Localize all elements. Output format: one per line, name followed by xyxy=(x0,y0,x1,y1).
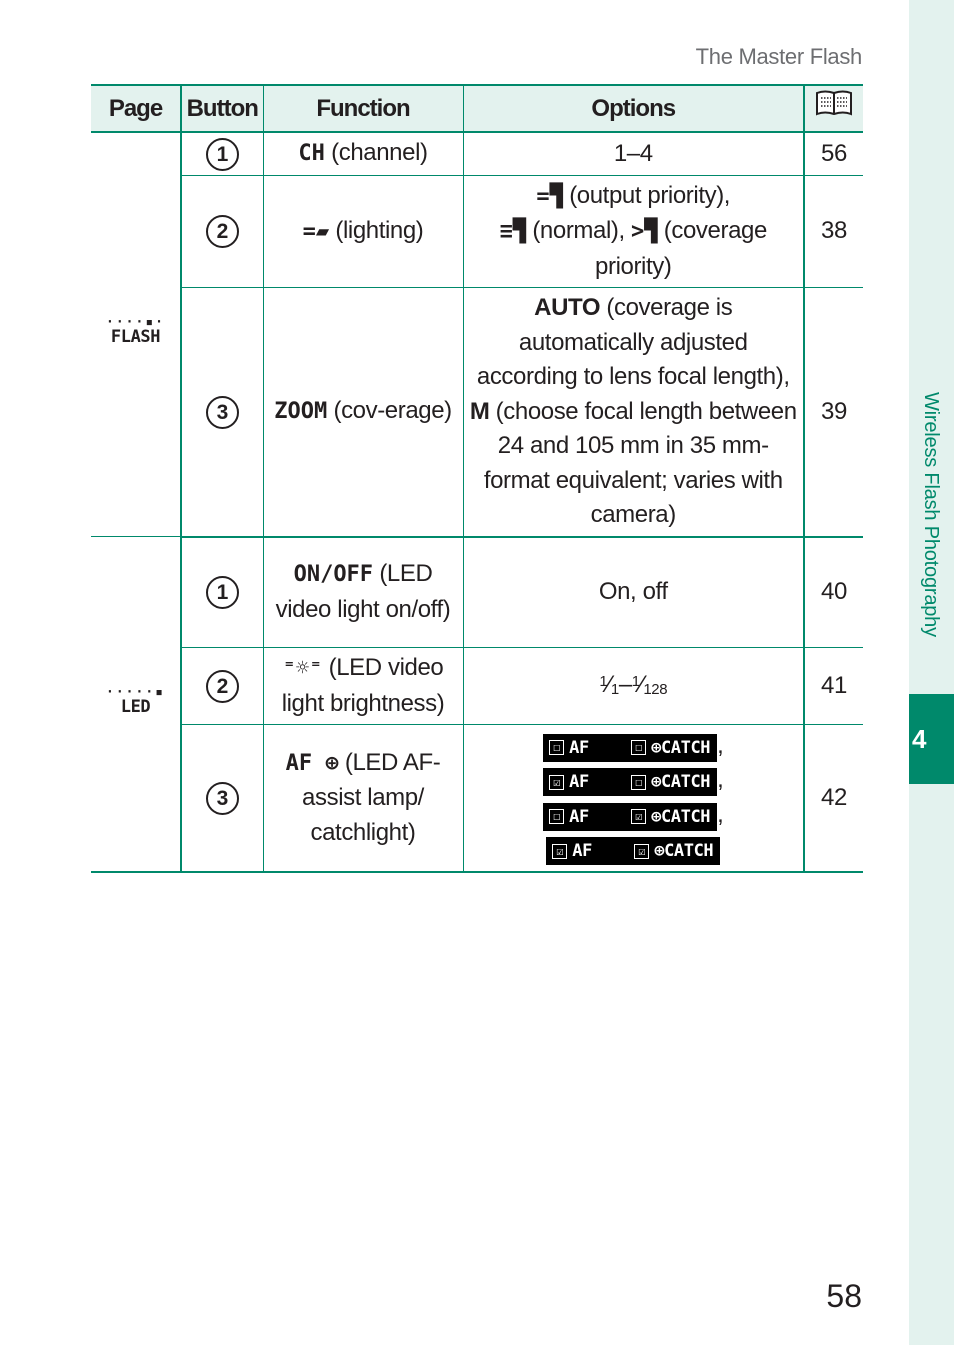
af-checkbox-icon: ☑ xyxy=(552,843,568,859)
catch-checkbox-icon: ☑ xyxy=(631,809,647,825)
header-function: Function xyxy=(262,84,464,133)
table-row: 3 AF ⊕ (LED AF-assist lamp/ catchlight) … xyxy=(91,724,863,873)
table-row: 2 ⁼☼⁼ (LED video light brightness) 1⁄1–1… xyxy=(91,647,863,725)
table-row: ····▪· FLASH 1 CH (channel) 1–4 56 xyxy=(91,131,863,537)
page-cell-flash: ····▪· FLASH xyxy=(91,131,182,537)
flash-page-icon: ····▪· FLASH xyxy=(106,315,165,348)
on-off-icon: ON/OFF xyxy=(293,562,374,588)
brightness-range: 1⁄1–1⁄128 xyxy=(599,670,668,698)
chapter-title-text: Wireless Flash Photography xyxy=(919,392,942,637)
button-number-1-icon: 1 xyxy=(205,576,239,609)
button-number-3-icon: 3 xyxy=(205,781,239,815)
button-cell: 2 xyxy=(180,174,264,288)
page-ref-link[interactable]: 39 xyxy=(803,287,863,538)
channel-icon: CH xyxy=(298,141,325,166)
button-number-2-icon: 2 xyxy=(205,669,239,703)
led-page-icon: ·····▪ LED xyxy=(106,684,165,717)
function-cell: ON/OFF (LED video light on/off) xyxy=(262,536,464,648)
output-priority-icon: =▜ xyxy=(536,183,563,209)
page-ref-link[interactable]: 41 xyxy=(803,647,863,725)
header-options: Options xyxy=(462,84,805,133)
function-cell: =▰ (lighting) xyxy=(262,174,464,288)
button-number-2-icon: 2 xyxy=(205,215,239,248)
header-reference xyxy=(803,84,863,133)
catch-checkbox-icon: ☐ xyxy=(631,774,647,790)
catch-checkbox-icon: ☑ xyxy=(634,843,650,859)
af-catch-option: ☑ AF ☐ ⊕CATCH xyxy=(543,768,718,797)
catch-checkbox-icon: ☐ xyxy=(631,740,647,756)
page-ref-link[interactable]: 56 xyxy=(803,131,863,176)
options-cell: 1⁄1–1⁄128 xyxy=(462,647,805,725)
options-cell: =▜ (output priority), ≡▜ (normal), >▜ (c… xyxy=(462,174,805,288)
chapter-title: Wireless Flash Photography xyxy=(909,392,954,687)
options-cell: ☐ AF ☐ ⊕CATCH, ☑ AF ☐ ⊕CATCH, ☐ AF ☑ ⊕CATCH, ☑ AF ☑… xyxy=(462,724,805,873)
af-catch-option: ☐ AF ☐ ⊕CATCH xyxy=(543,733,718,762)
zoom-icon: ZOOM xyxy=(274,399,328,424)
coverage-priority-icon: >▜ xyxy=(631,219,658,244)
chapter-number: 4 xyxy=(912,723,927,754)
table-row: ·····▪ LED 1 ON/OFF (LED video light on/… xyxy=(91,536,863,873)
header-button: Button xyxy=(180,84,264,133)
header-page: Page xyxy=(91,84,182,133)
table-header-row: Page Button Function Options xyxy=(91,84,863,133)
table-row: 2 =▰ (lighting) =▜ (output priority), ≡▜… xyxy=(91,174,863,288)
options-cell: AUTO (coverage is automatically adjusted… xyxy=(462,287,805,538)
options-cell: 1–4 xyxy=(462,131,805,176)
function-cell: CH (channel) xyxy=(262,131,464,176)
button-cell: 1 xyxy=(180,131,264,176)
page-number: 58 xyxy=(826,1278,862,1314)
normal-icon: ≡▜ xyxy=(499,219,527,244)
af-catch-icon: AF ⊕ xyxy=(285,750,339,776)
button-cell: 3 xyxy=(180,287,264,538)
af-catch-option: ☐ AF ☑ ⊕CATCH xyxy=(543,802,718,831)
button-number-3-icon: 3 xyxy=(205,395,239,429)
chapter-tab[interactable]: 4 xyxy=(909,694,954,784)
options-cell: On, off xyxy=(462,536,805,648)
table-row: 3 ZOOM (cov-erage) AUTO (coverage is aut… xyxy=(91,287,863,538)
page-ref-link[interactable]: 40 xyxy=(803,536,863,648)
flash-settings-table: Page Button Function Options ····▪· FLAS… xyxy=(91,84,863,873)
button-cell: 3 xyxy=(180,724,264,873)
af-checkbox-icon: ☐ xyxy=(549,809,565,825)
af-catch-option: ☑ AF ☑ ⊕CATCH xyxy=(546,837,721,866)
button-number-1-icon: 1 xyxy=(205,137,239,171)
page-ref-link[interactable]: 38 xyxy=(803,174,863,288)
lighting-icon: =▰ xyxy=(302,218,330,244)
running-head: The Master Flash xyxy=(695,44,863,69)
page-cell-led: ·····▪ LED xyxy=(91,536,182,873)
function-cell: ZOOM (cov-erage) xyxy=(262,287,464,538)
af-checkbox-icon: ☐ xyxy=(549,740,565,756)
button-cell: 2 xyxy=(180,647,264,725)
page-ref-link[interactable]: 42 xyxy=(803,724,863,873)
function-cell: ⁼☼⁼ (LED video light brightness) xyxy=(262,647,464,725)
button-cell: 1 xyxy=(180,536,264,648)
brightness-icon: ⁼☼⁼ xyxy=(282,656,323,681)
af-checkbox-icon: ☑ xyxy=(549,774,565,790)
book-icon xyxy=(816,90,852,116)
function-cell: AF ⊕ (LED AF-assist lamp/ catchlight) xyxy=(262,724,464,873)
auto-label: AUTO xyxy=(534,294,601,321)
manual-label: M xyxy=(469,397,490,425)
